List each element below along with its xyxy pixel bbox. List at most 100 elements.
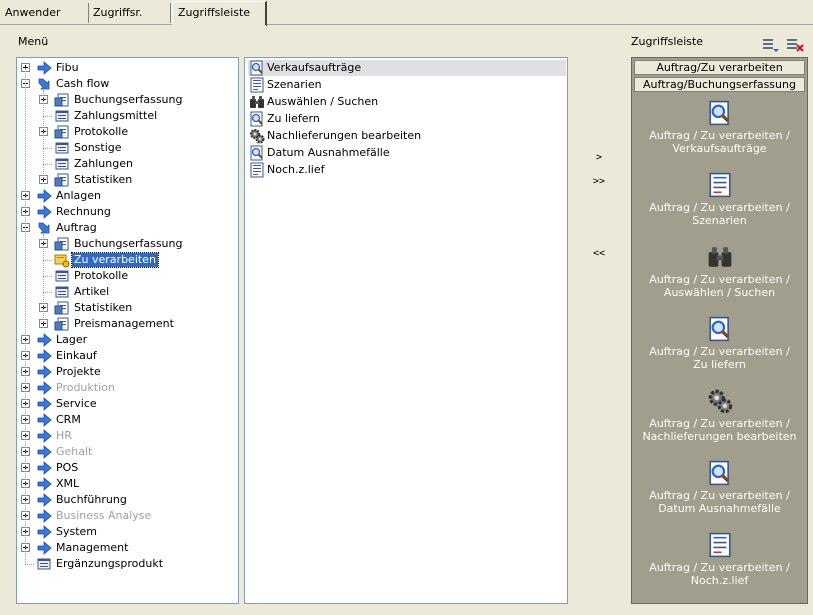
tree-node[interactable]: Artikel [17,284,237,300]
tree-node[interactable]: System [17,524,237,540]
list-item[interactable]: Szenarien [248,77,566,93]
tree-node-label: Rechnung [56,205,111,218]
tree-node[interactable]: Auftrag [17,220,237,236]
tree-node[interactable]: Statistiken [17,300,237,316]
list-item[interactable]: Verkaufsaufträge [248,60,566,76]
list-item[interactable]: Datum Ausnahmefälle [248,145,566,161]
item-path-line: Auftrag / Zu verarbeiten / [649,345,790,358]
tree-node[interactable]: Protokolle [17,268,237,284]
menu-tree[interactable]: Fibu Cash flow Buchungserfassung Zahlungsmi… [16,57,239,604]
tree-node-label: Buchführung [56,493,127,506]
tab-zugriffsleiste[interactable]: Zugriffsleiste [172,1,267,26]
group-header-zu-verarbeiten[interactable]: Auftrag/Zu verarbeiten [634,60,805,75]
arrow-icon [36,332,52,348]
tree-connector [43,234,44,324]
list-add-icon[interactable] [762,37,780,53]
magnifier-doc-icon [707,316,733,342]
tree-connector [43,292,52,293]
doc-icon [36,556,52,572]
tree-node[interactable]: CRM [17,412,237,428]
remove-all-button[interactable]: << [584,248,614,259]
list-item[interactable]: Zu liefern [248,111,566,127]
tree-node-label: Auftrag [56,221,97,234]
tree-node[interactable]: Zu verarbeiten [17,252,237,268]
tree-node[interactable]: Ergänzungsprodukt [17,556,237,572]
tree-node[interactable]: Business Analyse [17,508,237,524]
tree-node-label: Service [56,397,97,410]
tree-node[interactable]: Statistiken [17,172,237,188]
arrow-icon [36,540,52,556]
add-all-button[interactable]: >> [584,176,614,187]
tab-anwender[interactable]: Anwender [0,3,89,23]
tree-node[interactable]: XML [17,476,237,492]
list-remove-icon[interactable] [786,37,804,53]
tree-node-label: Business Analyse [56,509,152,522]
access-bar-item[interactable]: Auftrag / Zu verarbeiten / Nachlieferunge… [632,388,807,443]
tree-node-label: POS [56,461,79,474]
tree-node-label: Zahlungen [74,157,133,170]
list-item[interactable]: Nachlieferungen bearbeiten [248,128,566,144]
list-item-label: Szenarien [267,78,322,91]
list-item-label: Verkaufsaufträge [267,61,362,74]
access-bar-item[interactable]: Auftrag / Zu verarbeiten / Szenarien [632,172,807,227]
tree-node[interactable]: Zahlungsmittel [17,108,237,124]
access-bar-item[interactable]: Auftrag / Zu verarbeiten / Verkaufsaufträ… [632,100,807,155]
tree-node[interactable]: HR [17,428,237,444]
tree-node[interactable]: POS [17,460,237,476]
tree-node[interactable]: Preismanagement [17,316,237,332]
tree-node[interactable]: Buchführung [17,492,237,508]
tree-node[interactable]: Sonstige [17,140,237,156]
arrow-icon [36,428,52,444]
tree-node[interactable]: Buchungserfassung [17,236,237,252]
access-bar-item[interactable]: Auftrag / Zu verarbeiten / Zu liefern [632,316,807,371]
tree-node[interactable]: Buchungserfassung [17,92,237,108]
item-name-line: Szenarien [692,214,747,227]
tree-node[interactable]: Cash flow [17,76,237,92]
tree-node[interactable]: Produktion [17,380,237,396]
access-bar-item-label: Auftrag / Zu verarbeiten / Verkaufsaufträ… [632,129,807,155]
tree-node[interactable]: Gehalt [17,444,237,460]
tree-node-label: Protokolle [74,269,129,282]
list-item-label: Datum Ausnahmefälle [267,146,390,159]
tree-node-label: Gehalt [56,445,93,458]
tree-node-label: Zu verarbeiten [71,252,159,268]
magnifier-doc-icon [707,100,733,126]
arrow-icon [36,492,52,508]
item-path-line: Auftrag / Zu verarbeiten / [649,561,790,574]
tree-node[interactable]: Zahlungen [17,156,237,172]
tree-connector [43,90,44,180]
item-path-line: Auftrag / Zu verarbeiten / [649,417,790,430]
list-item[interactable]: Auswählen / Suchen [248,94,566,110]
access-bar-item[interactable]: Auftrag / Zu verarbeiten / Datum Ausnahme… [632,460,807,515]
list-item[interactable]: Noch.z.lief [248,162,566,178]
tree-node[interactable]: Protokolle [17,124,237,140]
tree-node[interactable]: Rechnung [17,204,237,220]
access-bar-item[interactable]: Auftrag / Zu verarbeiten / Auswählen / Su… [632,244,807,299]
tree-node[interactable]: Projekte [17,364,237,380]
binoculars-icon [707,244,733,270]
arrow-icon [36,364,52,380]
tree-node-label: Statistiken [74,301,133,314]
gears-icon [707,388,733,414]
function-list[interactable]: Verkaufsaufträge Szenarien Auswählen / Suc… [244,57,568,604]
magnifier-doc-icon [249,145,265,161]
tab-label: Anwender [5,6,61,19]
add-button[interactable]: > [584,152,614,163]
tree-node-label: Produktion [56,381,115,394]
tree-node[interactable]: Service [17,396,237,412]
tab-label: Zugriffsr. [93,6,143,19]
access-bar-panel: Auftrag/Zu verarbeiten Auftrag/Buchungse… [631,57,808,604]
group-header-buchungserfassung[interactable]: Auftrag/Buchungserfassung [634,77,805,92]
tree-node[interactable]: Anlagen [17,188,237,204]
item-path-line: Auftrag / Zu verarbeiten / [649,201,790,214]
magnifier-doc-icon [249,60,265,76]
tree-node[interactable]: Lager [17,332,237,348]
tree-connector [43,276,52,277]
tree-connector [25,68,26,564]
tree-node[interactable]: Fibu [17,60,237,76]
tab-zugriffsrechte[interactable]: Zugriffsr. [88,3,171,23]
tree-node[interactable]: Einkauf [17,348,237,364]
access-bar-item[interactable]: Auftrag / Zu verarbeiten / Noch.z.lief [632,532,807,587]
tree-node-label: Preismanagement [74,317,174,330]
tree-node[interactable]: Management [17,540,237,556]
